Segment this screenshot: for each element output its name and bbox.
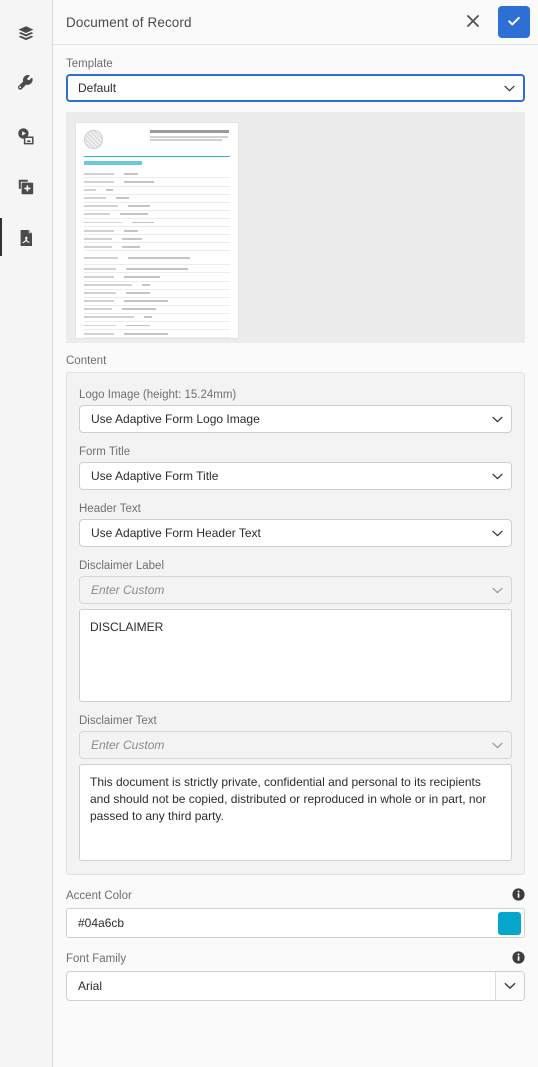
chevron-down-icon [492, 738, 503, 752]
preview-page [76, 123, 238, 338]
disclaimer-label-label: Disclaimer Label [79, 560, 165, 572]
disclaimer-text-textarea[interactable]: This document is strictly private, confi… [79, 764, 512, 861]
header-text-value: Use Adaptive Form Header Text [91, 526, 261, 540]
cancel-button[interactable] [458, 7, 488, 37]
color-swatch[interactable] [498, 911, 521, 935]
chevron-down-icon [492, 412, 503, 426]
accent-color-field[interactable]: #04a6cb [66, 908, 525, 938]
layers-icon [16, 24, 36, 44]
close-icon [465, 13, 481, 32]
document-of-record-panel: Document of Record Template Default Cont… [0, 0, 538, 1067]
checkmark-icon [506, 13, 522, 32]
page-title: Document of Record [66, 14, 192, 30]
sidebar-item-assets[interactable] [0, 110, 53, 161]
disclaimer-label-textarea[interactable]: DISCLAIMER [79, 609, 512, 702]
panel-body: Template Default Content Logo Image (hei… [53, 45, 538, 1067]
font-family-dropdown-button[interactable] [495, 972, 524, 1000]
side-rail [0, 0, 53, 1067]
header-text-label: Header Text [79, 503, 141, 515]
content-group-label: Content [66, 355, 107, 367]
info-icon[interactable] [512, 951, 525, 967]
chevron-down-icon [492, 526, 503, 540]
accent-color-label: Accent Color [66, 890, 132, 902]
document-preview[interactable] [66, 112, 525, 343]
sidebar-item-properties[interactable] [0, 59, 53, 110]
disclaimer-text-select[interactable]: Enter Custom [79, 731, 512, 759]
template-select[interactable]: Default [66, 74, 525, 102]
sidebar-item-document-of-record[interactable] [0, 212, 53, 263]
disclaimer-text-label: Disclaimer Text [79, 715, 157, 727]
logo-image-select[interactable]: Use Adaptive Form Logo Image [79, 405, 512, 433]
content-group: Logo Image (height: 15.24mm) Use Adaptiv… [66, 372, 525, 875]
preview-logo-icon [84, 130, 103, 149]
chevron-down-icon [492, 583, 503, 597]
form-title-label: Form Title [79, 446, 131, 458]
accent-color-value: #04a6cb [78, 916, 125, 930]
chevron-down-icon [504, 81, 515, 95]
accent-color-label-row: Accent Color [66, 888, 525, 904]
assets-icon [16, 126, 36, 146]
chevron-down-icon [504, 977, 516, 995]
font-family-label: Font Family [66, 953, 127, 965]
font-family-combobox[interactable]: Arial [66, 971, 525, 1001]
header-text-select[interactable]: Use Adaptive Form Header Text [79, 519, 512, 547]
panel-header: Document of Record [53, 0, 538, 45]
wrench-icon [16, 74, 36, 95]
panel: Document of Record Template Default Cont… [53, 0, 538, 1067]
selection-indicator [0, 218, 2, 256]
font-family-label-row: Font Family [66, 951, 525, 967]
sidebar-item-layers[interactable] [0, 8, 53, 59]
form-title-select[interactable]: Use Adaptive Form Title [79, 462, 512, 490]
template-label: Template [66, 58, 113, 70]
sidebar-item-components[interactable] [0, 161, 53, 212]
font-family-value[interactable]: Arial [67, 972, 495, 1000]
confirm-button[interactable] [498, 6, 530, 38]
logo-image-label: Logo Image (height: 15.24mm) [79, 389, 237, 401]
chevron-down-icon [492, 469, 503, 483]
disclaimer-text-placeholder: Enter Custom [91, 738, 165, 752]
add-component-icon [16, 177, 36, 197]
form-title-value: Use Adaptive Form Title [91, 469, 219, 483]
pdf-icon [16, 228, 36, 248]
template-value: Default [78, 81, 117, 95]
logo-image-value: Use Adaptive Form Logo Image [91, 412, 260, 426]
disclaimer-label-placeholder: Enter Custom [91, 583, 165, 597]
info-icon[interactable] [512, 888, 525, 904]
disclaimer-label-select[interactable]: Enter Custom [79, 576, 512, 604]
